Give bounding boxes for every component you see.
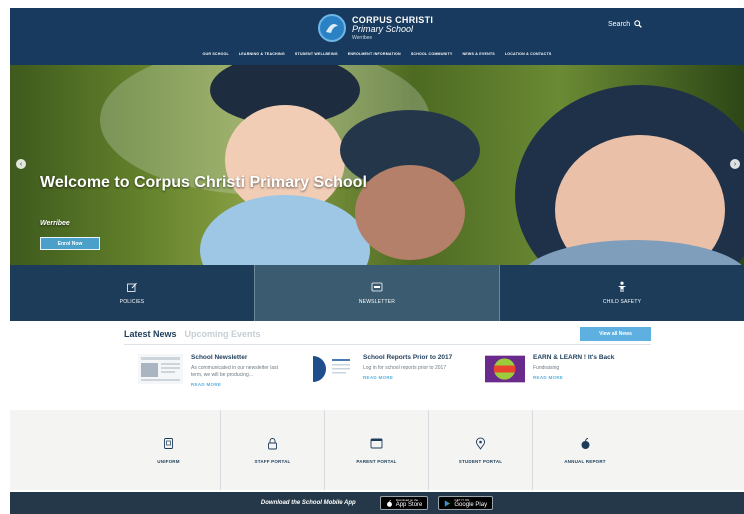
quick-link-annual-report-label: ANNUAL REPORT [564, 458, 606, 464]
news-item-text: EARN & LEARN ! It's Back Fundraising REA… [533, 354, 629, 384]
nav-item-enrolment[interactable]: ENROLMENT INFORMATION [348, 52, 401, 56]
hero-photo-shirt-left [200, 195, 370, 265]
tile-policies-label: POLICIES [119, 299, 145, 305]
view-all-news-button[interactable]: View all News [580, 327, 651, 341]
read-more-link[interactable]: READ MORE [191, 382, 287, 387]
quick-link-uniform[interactable]: UNIFORM [117, 410, 221, 490]
app-store-button[interactable]: Download on the App Store [379, 496, 429, 510]
search-icon [634, 20, 643, 28]
google-play-icon [445, 499, 451, 507]
hero-title: Welcome to Corpus Christi Primary School [40, 174, 367, 191]
nav-item-school-community[interactable]: SCHOOL COMMUNITY [411, 52, 453, 56]
map-pin-icon [476, 437, 485, 450]
nav-item-location-contacts[interactable]: LOCATION & CONTACTS [505, 52, 552, 56]
quick-link-student-portal-label: STUDENT PORTAL [458, 458, 503, 464]
lock-icon [268, 437, 277, 449]
logo-line3: Werribee [352, 35, 373, 41]
news-item-text: School Reports Prior to 2017 Log in for … [363, 354, 459, 384]
carousel-next-button[interactable]: › [730, 159, 740, 169]
app-store-label: App Store [395, 502, 423, 508]
quick-link-staff-portal[interactable]: STAFF PORTAL [221, 410, 325, 490]
news-item[interactable]: School Reports Prior to 2017 Log in for … [310, 354, 459, 384]
school-name[interactable]: CORPUS CHRISTI Primary School Werribee [352, 15, 433, 41]
earn-learn-thumbnail [485, 355, 525, 383]
child-icon [618, 281, 626, 292]
tab-upcoming-events[interactable]: Upcoming Events [185, 329, 261, 339]
quick-link-staff-portal-label: STAFF PORTAL [254, 458, 291, 464]
read-more-link[interactable]: READ MORE [363, 375, 459, 380]
news-item-title[interactable]: EARN & LEARN ! It's Back [533, 354, 629, 362]
read-more-link[interactable]: READ MORE [533, 375, 629, 380]
quick-link-parent-portal-label: PARENT PORTAL [356, 458, 397, 464]
quick-links: UNIFORM STAFF PORTAL PARENT PORTAL STUDE… [10, 410, 744, 490]
page: CORPUS CHRISTI Primary School Werribee S… [0, 0, 744, 514]
newsletter-thumbnail [138, 354, 183, 384]
quick-link-uniform-label: UNIFORM [157, 458, 180, 464]
main-nav: OUR SCHOOL LEARNING & TEACHING STUDENT W… [10, 52, 744, 56]
site-header: CORPUS CHRISTI Primary School Werribee S… [10, 8, 744, 65]
tile-child-safety[interactable]: CHILD SAFETY [500, 265, 744, 321]
search-button[interactable]: Search [608, 20, 643, 28]
logo-line2: Primary School [352, 24, 414, 34]
window-icon [370, 438, 383, 448]
hero-subtitle: Werribee [40, 220, 70, 227]
nav-item-news-events[interactable]: NEWS & EVENTS [463, 52, 495, 56]
nav-item-learning-teaching[interactable]: LEARNING & TEACHING [239, 52, 285, 56]
news-item[interactable]: School Newsletter As communicated in our… [138, 354, 287, 387]
nav-item-student-wellbeing[interactable]: STUDENT WELLBEING [295, 52, 338, 56]
search-label: Search [608, 20, 631, 28]
news-item-body: Fundraising [533, 365, 560, 371]
news-item-body: Log in for school reports prior to 2017 [363, 365, 447, 371]
quick-link-annual-report[interactable]: ANNUAL REPORT [533, 410, 637, 490]
google-play-label: Google Play [454, 502, 488, 508]
shirt-icon [164, 437, 173, 449]
tab-latest-news[interactable]: Latest News [124, 329, 177, 339]
nav-item-our-school[interactable]: OUR SCHOOL [203, 52, 229, 56]
tile-newsletter-label: NEWSLETTER [358, 299, 396, 305]
crest-icon [326, 24, 338, 33]
google-play-button[interactable]: GET IT ON Google Play [438, 496, 494, 510]
pdf-icon [371, 282, 383, 292]
news-tabs: Latest News Upcoming Events [124, 329, 261, 339]
chevron-right-icon: › [733, 160, 737, 168]
news-item[interactable]: EARN & LEARN ! It's Back Fundraising REA… [485, 354, 629, 384]
edit-icon [127, 282, 137, 292]
news-item-text: School Newsletter As communicated in our… [191, 354, 287, 387]
news-item-title[interactable]: School Newsletter [191, 354, 287, 362]
carousel-prev-button[interactable]: ‹ [16, 159, 26, 169]
app-download-text: Download the School Mobile App [260, 500, 356, 506]
news-divider [124, 344, 651, 345]
apple-logo-icon [386, 499, 392, 507]
school-logo[interactable] [318, 14, 346, 42]
tile-child-safety-label: CHILD SAFETY [602, 299, 642, 305]
tile-policies[interactable]: POLICIES [10, 265, 254, 321]
enrol-now-button[interactable]: Enrol Now [40, 237, 100, 250]
apple-icon [581, 437, 589, 449]
reports-thumbnail [310, 354, 355, 384]
tile-newsletter[interactable]: NEWSLETTER [254, 265, 500, 321]
app-download-bar: Download the School Mobile App Download … [10, 492, 744, 514]
quick-link-student-portal[interactable]: STUDENT PORTAL [429, 410, 533, 490]
hero-banner: Welcome to Corpus Christi Primary School… [10, 65, 744, 265]
quick-link-parent-portal[interactable]: PARENT PORTAL [325, 410, 429, 490]
news-item-title[interactable]: School Reports Prior to 2017 [363, 354, 459, 362]
news-item-body: As communicated in our newsletter last t… [191, 365, 278, 378]
chevron-left-icon: ‹ [19, 160, 23, 168]
feature-tiles: POLICIES NEWSLETTER CHILD SAFETY [10, 265, 744, 321]
